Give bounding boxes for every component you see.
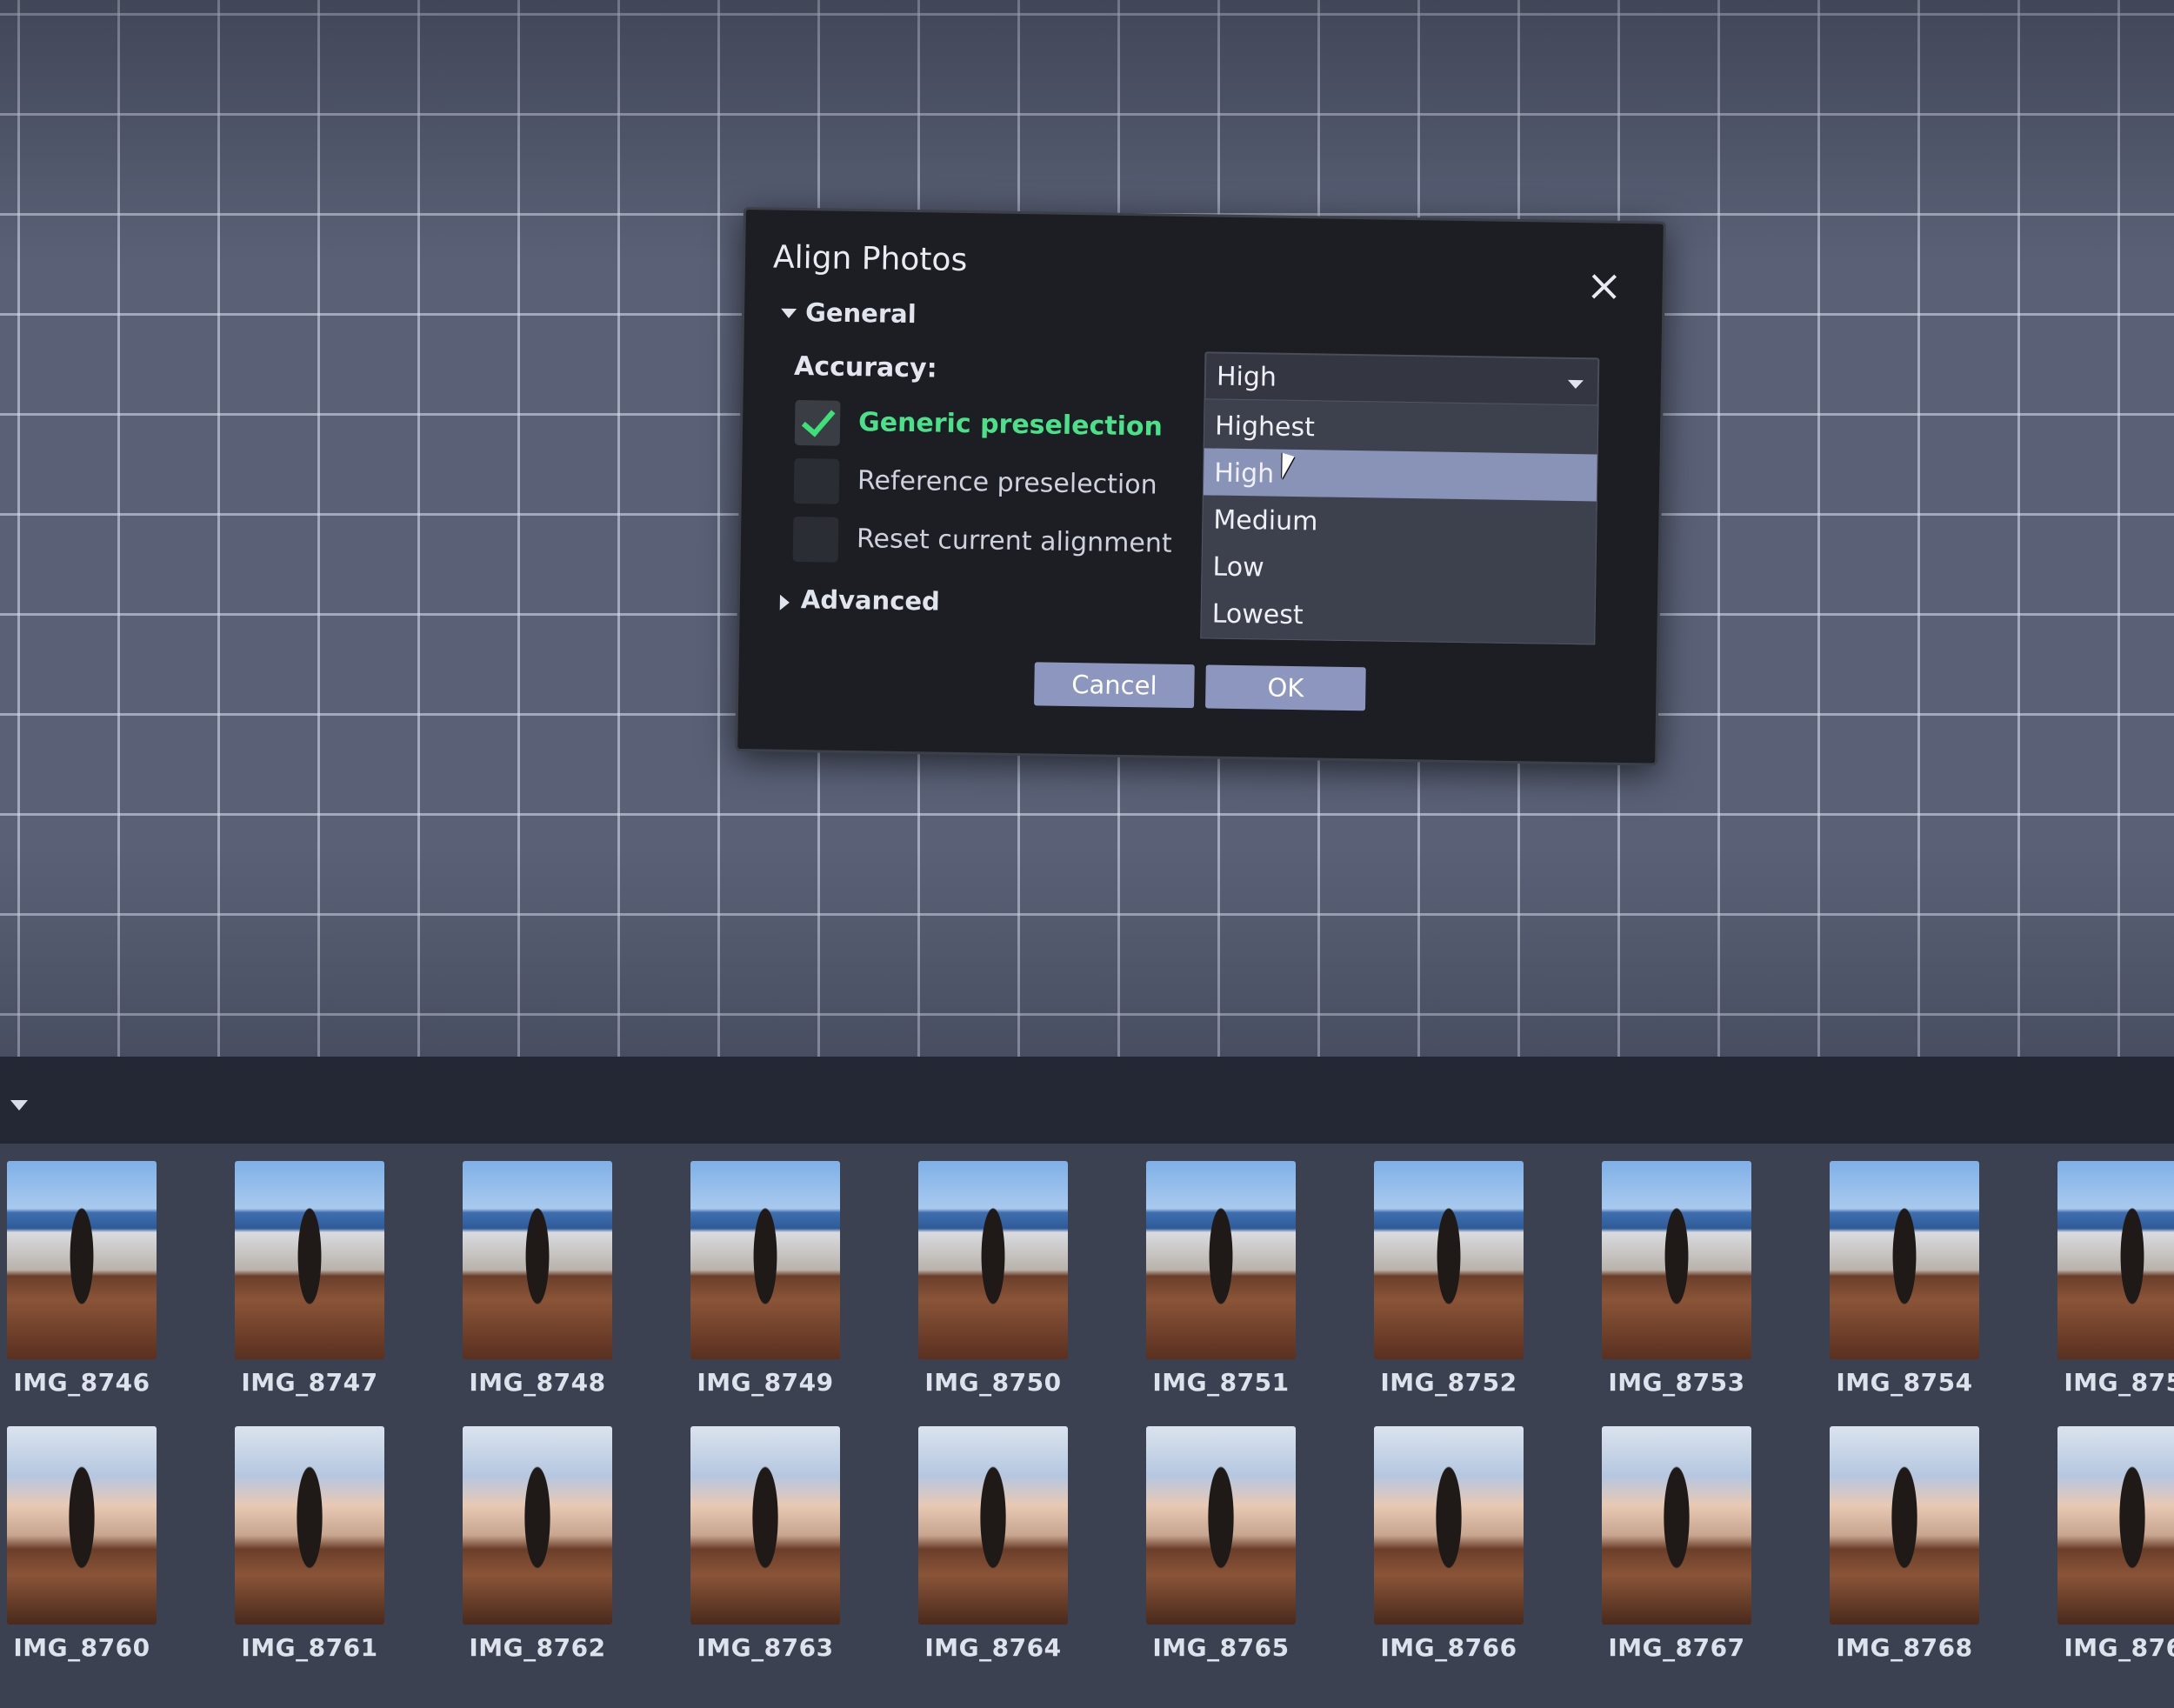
section-general[interactable]: General [805,297,917,329]
accuracy-dropdown-list: Highest High Medium Low Lowest [1200,398,1599,645]
photo-image [1374,1426,1524,1625]
photo-label: IMG_8749 [697,1368,834,1397]
photo-thumbnail[interactable]: IMG_8750 [894,1161,1092,1413]
photo-label: IMG_8750 [924,1368,1062,1397]
chevron-down-icon[interactable] [780,308,797,318]
accuracy-label: Accuracy: [793,350,937,384]
photo-image [463,1161,612,1359]
photo-image [1146,1426,1296,1625]
photos-panel: IMG_8746 IMG_8747 IMG_8748 IMG_8749 IMG_8750… [0,1057,2174,1708]
generic-preselection-checkbox[interactable] [794,399,841,446]
photo-label: IMG_8761 [241,1633,378,1662]
photo-thumbnail[interactable]: IMG_8764 [894,1426,1092,1678]
photo-thumbnail[interactable]: IMG_8747 [210,1161,409,1413]
chevron-down-icon[interactable] [10,1100,28,1111]
photo-thumbnail[interactable]: IMG_8746 [0,1161,181,1413]
photo-thumbnail[interactable]: IMG_8751 [1122,1161,1320,1413]
dropdown-option-medium[interactable]: Medium [1203,495,1597,548]
photo-thumbnail[interactable]: IMG_8748 [438,1161,637,1413]
photo-label: IMG_8768 [1836,1633,1973,1662]
generic-preselection-label[interactable]: Generic preselection [858,407,1163,442]
photo-label: IMG_8765 [1152,1633,1290,1662]
photo-label: IMG_8760 [13,1633,150,1662]
option-label: Highest [1214,410,1316,444]
photo-thumbnail[interactable]: IMG_8762 [438,1426,637,1678]
photo-label: IMG_8751 [1152,1368,1290,1397]
photo-label: IMG_8754 [1836,1368,1973,1397]
photo-label: IMG_8766 [1380,1633,1517,1662]
dropdown-option-low[interactable]: Low [1202,542,1596,595]
reference-preselection-label[interactable]: Reference preselection [857,465,1157,500]
option-label: Lowest [1211,598,1304,631]
photo-label: IMG_8752 [1380,1368,1517,1397]
photo-image [1602,1426,1751,1625]
photo-image [463,1426,612,1625]
reference-preselection-checkbox[interactable] [793,457,840,504]
photo-thumbnail[interactable]: IMG_8763 [666,1426,864,1678]
dialog-title: Align Photos [772,239,968,279]
accuracy-select-value: High [1216,361,1277,393]
photo-image [235,1426,384,1625]
photo-thumbnail[interactable]: IMG_8766 [1350,1426,1548,1678]
section-advanced[interactable]: Advanced [801,584,940,617]
ok-button[interactable]: OK [1205,664,1366,711]
photo-label: IMG_8767 [1608,1633,1745,1662]
photo-image [918,1161,1068,1359]
photo-thumbnail[interactable]: IMG_8749 [666,1161,864,1413]
dropdown-option-highest[interactable]: Highest [1204,401,1598,454]
close-icon[interactable] [1588,270,1620,303]
photo-image [690,1161,840,1359]
photo-image [2057,1426,2174,1625]
reset-current-alignment-checkbox[interactable] [792,516,839,563]
photo-label: IMG_8769 [2064,1633,2174,1662]
photo-thumbnail[interactable]: IMG_8760 [0,1426,181,1678]
photo-thumbnail[interactable]: IMG_8754 [1805,1161,2004,1413]
photo-label: IMG_8748 [469,1368,606,1397]
photo-label: IMG_8763 [697,1633,834,1662]
photo-image [2057,1161,2174,1359]
photo-label: IMG_8762 [469,1633,606,1662]
photo-label: IMG_8755 [2064,1368,2174,1397]
photo-image [918,1426,1068,1625]
photo-image [7,1426,157,1625]
accuracy-select[interactable]: High [1204,351,1600,407]
photo-image [690,1426,840,1625]
chevron-right-icon[interactable] [779,594,790,610]
option-label: Low [1212,551,1264,584]
photos-toolbar [0,1057,2174,1144]
photo-image [1830,1426,1979,1625]
photo-image [7,1161,157,1359]
photo-image [1374,1161,1524,1359]
photos-grid: IMG_8746 IMG_8747 IMG_8748 IMG_8749 IMG_8750… [0,1161,2174,1700]
photo-label: IMG_8747 [241,1368,378,1397]
photo-label: IMG_8746 [13,1368,150,1397]
photo-label: IMG_8753 [1608,1368,1745,1397]
photo-image [235,1161,384,1359]
align-photos-dialog: Align Photos General Accuracy: Generic p… [735,207,1666,766]
photo-image [1146,1161,1296,1359]
photo-thumbnail[interactable]: IMG_8755 [2033,1161,2174,1413]
photo-thumbnail[interactable]: IMG_8769 [2033,1426,2174,1678]
dropdown-option-high[interactable]: High [1203,448,1597,502]
photo-thumbnail[interactable]: IMG_8767 [1577,1426,1776,1678]
dropdown-option-lowest[interactable]: Lowest [1201,589,1595,642]
photo-thumbnail[interactable]: IMG_8753 [1577,1161,1776,1413]
checkmark-icon [801,402,836,437]
mouse-cursor-icon [1282,452,1295,479]
option-label: High [1213,457,1275,490]
photo-image [1830,1161,1979,1359]
photo-label: IMG_8764 [924,1633,1062,1662]
photo-thumbnail[interactable]: IMG_8765 [1122,1426,1320,1678]
photo-thumbnail[interactable]: IMG_8761 [210,1426,409,1678]
reset-current-alignment-label[interactable]: Reset current alignment [857,524,1172,559]
photo-thumbnail[interactable]: IMG_8768 [1805,1426,2004,1678]
photo-image [1602,1161,1751,1359]
option-label: Medium [1213,504,1318,537]
photo-thumbnail[interactable]: IMG_8752 [1350,1161,1548,1413]
chevron-down-icon [1567,379,1584,390]
cancel-button[interactable]: Cancel [1034,662,1195,709]
